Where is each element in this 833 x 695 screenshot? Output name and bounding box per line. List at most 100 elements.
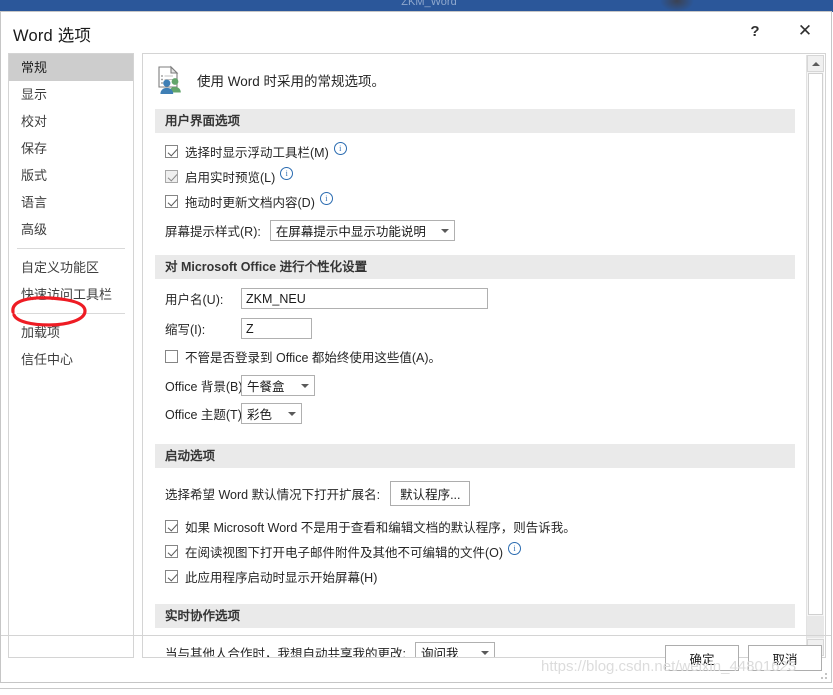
checkbox-row-live-preview[interactable]: 启用实时预览(L) i — [165, 167, 807, 186]
section-header-realtime: 实时协作选项 — [155, 604, 795, 628]
checkbox-label-start-screen: 此应用程序启动时显示开始屏幕(H) — [185, 571, 378, 585]
screentip-style-label: 屏幕提示样式(R): — [165, 225, 261, 239]
screentip-style-value: 在屏幕提示中显示功能说明 — [275, 225, 426, 239]
scroll-up-button[interactable] — [807, 55, 824, 72]
sidebar-item-quick-access-toolbar[interactable]: 快速访问工具栏 — [9, 281, 133, 308]
initials-label: 缩写(I): — [165, 323, 206, 337]
sidebar-item-label: 显示 — [21, 87, 48, 102]
sidebar-item-label: 常规 — [21, 60, 48, 75]
chevron-down-icon — [301, 383, 309, 388]
cancel-button-label: 取消 — [772, 652, 798, 667]
triangle-up-icon — [811, 61, 820, 66]
sidebar-item-label: 快速访问工具栏 — [21, 287, 113, 302]
checkbox-label-floating-toolbar: 选择时显示浮动工具栏(M) — [185, 146, 329, 160]
scrollbar-thumb[interactable] — [808, 73, 823, 615]
default-programs-button[interactable]: 默认程序... — [390, 481, 471, 506]
checkbox-label-update-on-drag: 拖动时更新文档内容(D) — [185, 196, 315, 210]
checkbox-floating-toolbar[interactable] — [165, 145, 178, 158]
section-header-startup: 启动选项 — [155, 444, 795, 468]
checkbox-live-preview[interactable] — [165, 170, 178, 183]
sidebar-item-label: 自定义功能区 — [21, 260, 100, 275]
screentip-style-row: 屏幕提示样式(R): 在屏幕提示中显示功能说明 — [165, 220, 807, 241]
username-value: ZKM_NEU — [246, 292, 306, 306]
close-icon: ✕ — [797, 20, 813, 41]
default-extensions-label: 选择希望 Word 默认情况下打开扩展名: — [165, 488, 381, 502]
page-intro: 使用 Word 时采用的常规选项。 — [143, 54, 807, 95]
close-button[interactable]: ✕ — [787, 14, 823, 48]
sidebar-item-proofing[interactable]: 校对 — [9, 108, 133, 135]
screentip-style-dropdown[interactable]: 在屏幕提示中显示功能说明 — [269, 220, 455, 241]
username-label: 用户名(U): — [165, 293, 224, 307]
sidebar-item-add-ins[interactable]: 加载项 — [9, 319, 133, 346]
resize-grip-icon[interactable] — [818, 670, 828, 680]
options-category-list[interactable]: 常规 显示 校对 保存 版式 语言 高级 自定义功能区 快速访问工具栏 加载项 — [8, 53, 134, 658]
checkbox-reading-view[interactable] — [165, 545, 178, 558]
sidebar-item-label: 高级 — [21, 222, 48, 237]
checkbox-row-floating-toolbar[interactable]: 选择时显示浮动工具栏(M) i — [165, 142, 807, 161]
info-icon[interactable]: i — [333, 142, 347, 155]
ok-button[interactable]: 确定 — [665, 645, 739, 671]
help-button[interactable]: ? — [737, 14, 773, 48]
sidebar-item-trust-center[interactable]: 信任中心 — [9, 346, 133, 373]
section-body-personalize: 用户名(U): ZKM_NEU 缩写(I): Z 不管是否登录到 Office … — [143, 279, 807, 424]
office-background-dropdown[interactable]: 午餐盒 — [241, 375, 315, 396]
office-background-label: Office 背景(B): — [165, 380, 247, 394]
checkbox-row-update-on-drag[interactable]: 拖动时更新文档内容(D) i — [165, 192, 807, 211]
info-icon[interactable]: i — [508, 542, 522, 555]
cancel-button[interactable]: 取消 — [748, 645, 822, 671]
question-mark-icon: ? — [750, 22, 760, 40]
content-vertical-scrollbar[interactable] — [806, 55, 824, 656]
sidebar-item-advanced[interactable]: 高级 — [9, 216, 133, 243]
general-options-icon — [158, 65, 181, 94]
username-input[interactable]: ZKM_NEU — [241, 288, 488, 309]
checkbox-start-screen[interactable] — [165, 570, 178, 583]
sidebar-item-customize-ribbon[interactable]: 自定义功能区 — [9, 254, 133, 281]
default-programs-button-label: 默认程序... — [400, 488, 461, 502]
initials-value: Z — [246, 322, 254, 336]
checkbox-label-always-use-values: 不管是否登录到 Office 都始终使用这些值(A)。 — [185, 351, 442, 365]
window-bottom-edge — [0, 688, 833, 695]
ok-button-label: 确定 — [689, 652, 715, 667]
section-body-ui-options: 选择时显示浮动工具栏(M) i 启用实时预览(L) i 拖动时更新文档内容(D)… — [143, 133, 807, 241]
checkbox-row-tell-me-default[interactable]: 如果 Microsoft Word 不是用于查看和编辑文档的默认程序，则告诉我。 — [165, 517, 807, 536]
sidebar-item-general[interactable]: 常规 — [9, 54, 133, 81]
sidebar-item-label: 版式 — [21, 168, 48, 183]
checkbox-tell-me-default[interactable] — [165, 520, 178, 533]
sidebar-divider — [17, 313, 125, 314]
checkbox-row-always-use-values[interactable]: 不管是否登录到 Office 都始终使用这些值(A)。 — [165, 347, 807, 366]
checkbox-always-use-values[interactable] — [165, 350, 178, 363]
checkbox-row-start-screen[interactable]: 此应用程序启动时显示开始屏幕(H) — [165, 567, 807, 586]
info-icon[interactable]: i — [319, 192, 333, 205]
sidebar-item-save[interactable]: 保存 — [9, 135, 133, 162]
office-theme-row: Office 主题(T): 彩色 — [165, 403, 807, 424]
sidebar-item-display[interactable]: 显示 — [9, 81, 133, 108]
sidebar-item-layout[interactable]: 版式 — [9, 162, 133, 189]
office-background-row: Office 背景(B): 午餐盒 — [165, 375, 807, 396]
section-body-startup: 选择希望 Word 默认情况下打开扩展名: 默认程序... 如果 Microso… — [143, 468, 807, 586]
options-content-scroll-area: 使用 Word 时采用的常规选项。 用户界面选项 选择时显示浮动工具栏(M) i… — [143, 54, 807, 657]
word-options-dialog: Word 选项 ? ✕ 常规 显示 校对 保存 版式 语言 高级 自定义功能区 … — [0, 11, 832, 683]
checkbox-update-on-drag[interactable] — [165, 195, 178, 208]
office-background-value: 午餐盒 — [247, 380, 285, 394]
dialog-footer: 确定 取消 — [1, 635, 831, 682]
sidebar-item-label: 校对 — [21, 114, 48, 129]
section-header-ui-options: 用户界面选项 — [155, 109, 795, 133]
sidebar-item-label: 加载项 — [21, 325, 61, 340]
word-app-title: ZKM_Word — [401, 0, 457, 8]
office-theme-dropdown[interactable]: 彩色 — [241, 403, 302, 424]
chevron-down-icon — [440, 228, 449, 233]
dialog-title: Word 选项 — [13, 27, 92, 45]
checkbox-label-live-preview: 启用实时预览(L) — [185, 171, 276, 185]
sidebar-divider — [17, 248, 125, 249]
checkbox-row-reading-view[interactable]: 在阅读视图下打开电子邮件附件及其他不可编辑的文件(O) i — [165, 542, 807, 561]
section-header-personalize: 对 Microsoft Office 进行个性化设置 — [155, 255, 795, 279]
initials-input[interactable]: Z — [241, 318, 312, 339]
sidebar-item-label: 保存 — [21, 141, 48, 156]
office-theme-label: Office 主题(T): — [165, 408, 246, 422]
info-icon[interactable]: i — [280, 167, 294, 180]
initials-row: 缩写(I): Z — [165, 318, 807, 339]
sidebar-item-language[interactable]: 语言 — [9, 189, 133, 216]
dialog-titlebar: Word 选项 ? ✕ — [1, 12, 831, 53]
chevron-down-icon — [288, 411, 296, 416]
username-row: 用户名(U): ZKM_NEU — [165, 288, 807, 309]
